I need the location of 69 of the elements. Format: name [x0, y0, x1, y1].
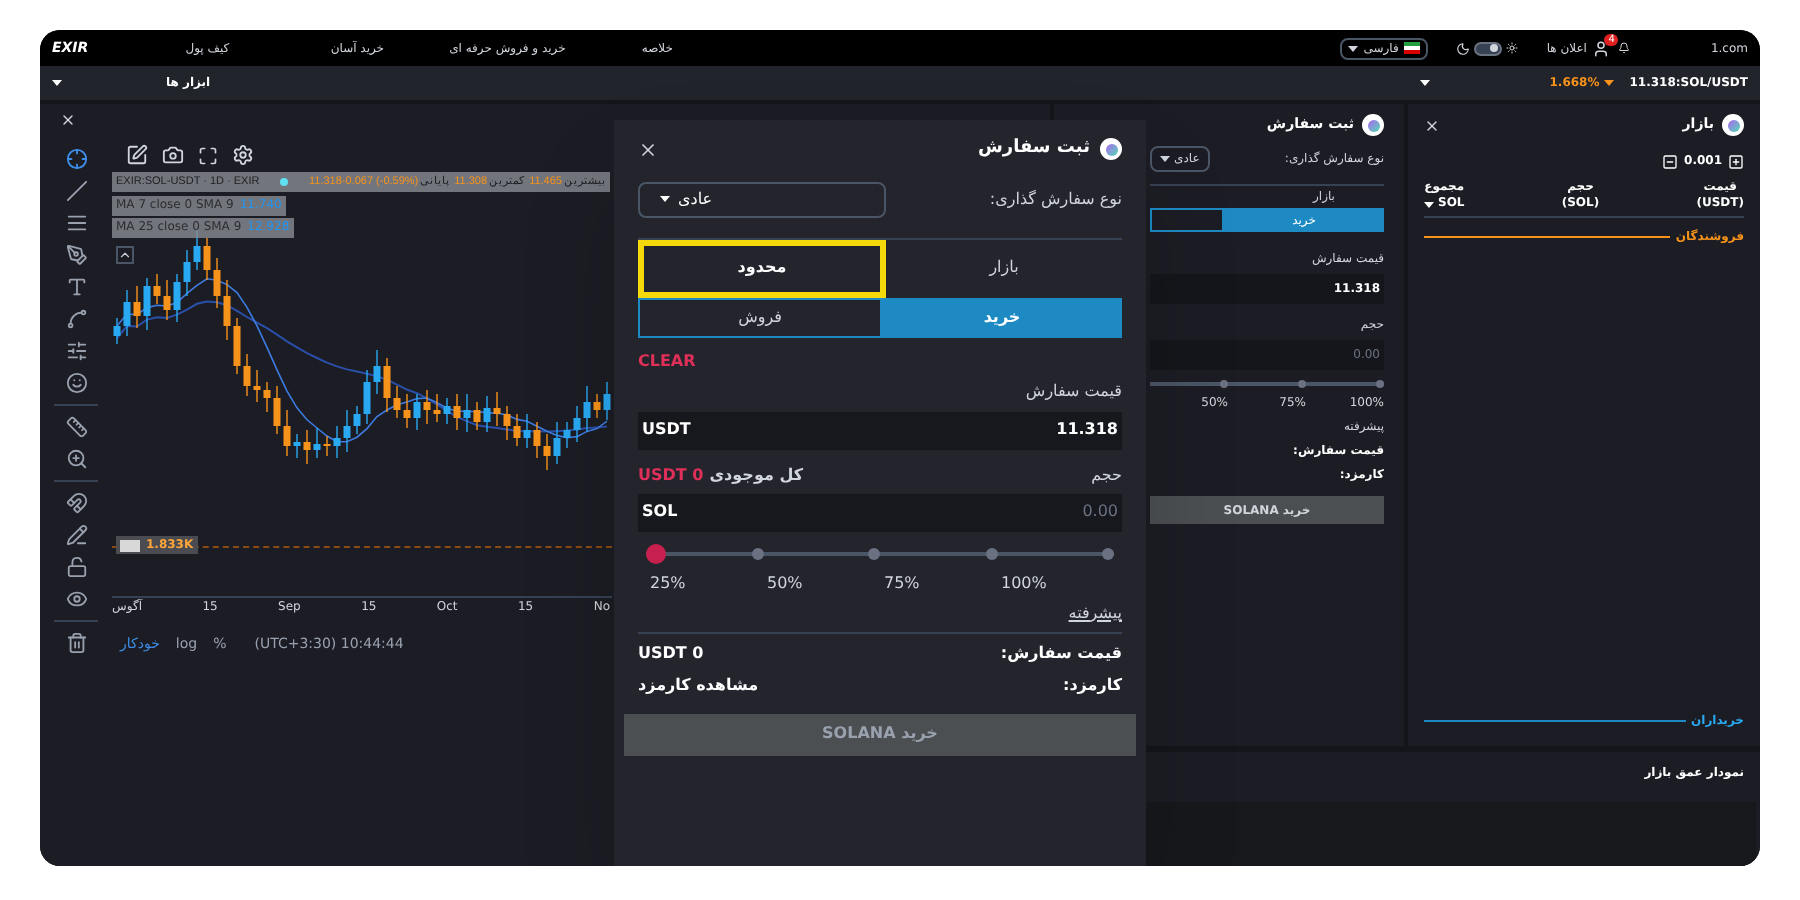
slider-tick-label: 75% [882, 571, 922, 595]
camera-icon[interactable] [162, 144, 184, 166]
volume-input[interactable]: 0.00 [998, 500, 1118, 524]
sun-icon [1506, 42, 1519, 54]
trash-icon[interactable] [65, 632, 87, 654]
dialog-title: ثبت سفارش [977, 136, 1090, 162]
price-input[interactable]: 11.318 [1056, 418, 1118, 442]
caret-icon[interactable] [1347, 45, 1358, 51]
plus-icon[interactable] [1728, 153, 1744, 169]
summary-value: USDT 0 [638, 641, 704, 665]
smile-icon[interactable] [65, 372, 87, 394]
price-label: قیمت سفارش [1023, 379, 1122, 403]
order-mode-tab[interactable]: بازار [886, 239, 1122, 297]
caret-icon[interactable] [1419, 80, 1430, 86]
crosshair-icon[interactable] [65, 148, 87, 170]
text-icon[interactable] [65, 276, 87, 298]
zoom-in-icon[interactable] [65, 448, 87, 470]
slider-tick-label: 50% [765, 571, 805, 595]
volume-label: حجم [1091, 463, 1122, 487]
collapse-icon[interactable] [116, 246, 134, 264]
slider-thumb[interactable] [646, 543, 666, 563]
side-tab[interactable]: خرید [882, 297, 1122, 337]
flag-icon [1404, 42, 1421, 54]
close-icon[interactable] [1424, 117, 1440, 133]
caret-icon[interactable] [1160, 156, 1170, 162]
coin-icon [1362, 114, 1384, 136]
line-icon[interactable] [65, 180, 87, 202]
lines-icon[interactable] [65, 212, 87, 234]
caret-icon[interactable] [1603, 80, 1614, 86]
balance-value: USDT 0 [638, 463, 704, 487]
eye-icon[interactable] [65, 588, 87, 610]
caret-icon[interactable] [52, 80, 62, 86]
settings-icon[interactable] [232, 144, 254, 166]
summary-label: کارمزد: [1063, 673, 1122, 697]
side-tab[interactable]: فروش [638, 297, 882, 337]
order-type-label: نوع سفارش گذاری: [989, 187, 1122, 211]
close-icon[interactable] [60, 112, 76, 128]
caret-icon[interactable] [1424, 201, 1434, 207]
theme-toggle[interactable] [1474, 41, 1503, 55]
close-icon[interactable] [638, 139, 658, 160]
slider-tick-label: 25% [648, 571, 688, 595]
summary-value: مشاهده کارمزد [638, 673, 759, 697]
pen-icon[interactable] [65, 244, 87, 266]
coin-icon [1722, 114, 1744, 136]
price-unit: USDT [642, 418, 691, 442]
magnet-icon[interactable] [65, 492, 87, 514]
sell-tab[interactable] [1150, 208, 1224, 232]
minus-icon[interactable] [1662, 153, 1679, 169]
buy-button: خرید SOLANA [624, 713, 1136, 755]
unlock-icon[interactable] [65, 556, 87, 578]
user-icon[interactable] [1592, 39, 1611, 57]
slider-tick-label: 100% [999, 571, 1049, 595]
sliders-icon[interactable] [65, 340, 87, 362]
edit-icon[interactable] [126, 144, 148, 166]
caret-icon[interactable] [660, 196, 670, 202]
volume-unit: SOL [642, 500, 678, 524]
balance-label: کل موجودی [709, 463, 803, 487]
moon-icon [1456, 41, 1471, 55]
coin-icon [1100, 138, 1122, 161]
order-mode-tab[interactable]: محدود [638, 239, 886, 297]
slider[interactable] [646, 543, 1114, 563]
summary-label: قیمت سفارش: [1000, 641, 1122, 665]
bell-icon[interactable] [1618, 42, 1631, 54]
pencil-icon[interactable] [65, 524, 87, 546]
fullscreen-icon[interactable] [198, 145, 218, 165]
ruler-icon[interactable] [65, 416, 87, 438]
order-type-dropdown[interactable]: عادی [638, 181, 886, 217]
slider[interactable] [1150, 378, 1384, 390]
advanced-link[interactable]: پیشرفته [638, 601, 1122, 625]
